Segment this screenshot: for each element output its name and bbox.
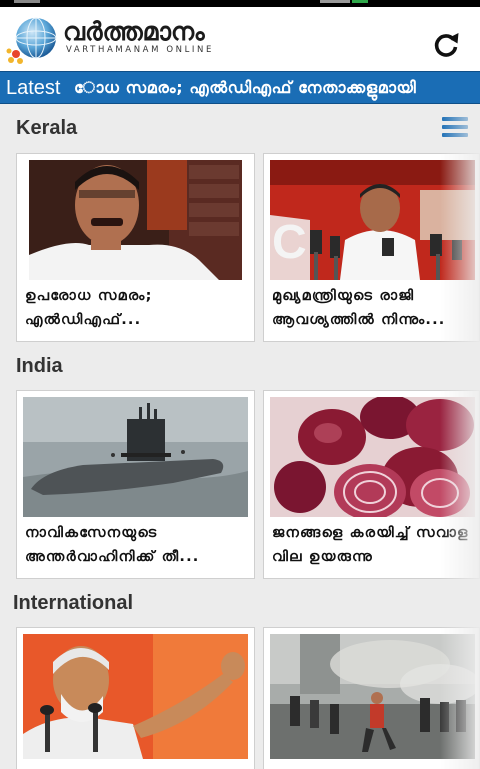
news-headline: നാവികസേനയുടെ അന്തർവാഹിനിക്ക് തീ... <box>25 521 250 569</box>
news-headline: ജനങ്ങളെ കരയിച്ച് സവാള വില ഉയരുന്നു <box>272 521 475 569</box>
battery-icon <box>352 0 368 3</box>
news-thumbnail <box>23 634 248 759</box>
headline-line-2: വില ഉയരുന്നു <box>272 549 373 565</box>
news-card-india-1[interactable]: നാവികസേനയുടെ അന്തർവാഹിനിക്ക് തീ... <box>16 390 255 579</box>
latest-news-ticker[interactable]: Latest ോധ സമരം; എൽഡിഎഫ് നേതാക്കളുമായി <box>0 71 480 104</box>
status-bar <box>0 0 480 7</box>
headline-line-1: ജനങ്ങളെ കരയിച്ച് സവാള <box>272 525 469 541</box>
section-title-international: International <box>13 592 134 614</box>
headline-line-1: ഉപരോധ സമരം; <box>25 288 153 304</box>
app-title: വർത്തമാനം <box>63 17 205 46</box>
news-card-kerala-2[interactable]: C മുഖ്യമന്ത്രിയുടെ രാജി ആവശ്യത്തിൽ നിന്ന… <box>263 153 480 342</box>
news-card-kerala-1[interactable]: ഉപരോധ സമരം; എൽഡിഎഫ്... <box>16 153 255 342</box>
news-thumbnail: C <box>270 160 475 280</box>
signal-icon <box>320 0 350 3</box>
menu-icon[interactable] <box>442 117 468 139</box>
headline-line-2: ആവശ്യത്തിൽ നിന്നും... <box>272 312 446 328</box>
section-title-kerala: Kerala <box>16 117 78 139</box>
headline-line-2: എൽഡിഎഫ്... <box>25 312 142 328</box>
news-thumbnail <box>29 160 242 280</box>
svg-text:C: C <box>272 216 307 269</box>
news-card-india-2[interactable]: ജനങ്ങളെ കരയിച്ച് സവാള വില ഉയരുന്നു <box>263 390 480 579</box>
app-subtitle: VARTHAMANAM ONLINE <box>66 45 214 55</box>
headline-line-2: അന്തർവാഹിനിക്ക് തീ... <box>25 549 200 565</box>
ticker-headline[interactable]: ോധ സമരം; എൽഡിഎഫ് നേതാക്കളുമായി <box>74 76 416 100</box>
refresh-icon <box>434 33 459 57</box>
globe-logo-icon <box>6 16 60 66</box>
section-title-india: India <box>16 355 63 377</box>
headline-line-1: മുഖ്യമന്ത്രിയുടെ രാജി <box>272 288 415 304</box>
news-headline: ഉപരോധ സമരം; എൽഡിഎഫ്... <box>25 284 250 332</box>
news-card-international-1[interactable] <box>16 627 255 769</box>
status-indicator <box>14 0 40 3</box>
news-headline: മുഖ്യമന്ത്രിയുടെ രാജി ആവശ്യത്തിൽ നിന്നും… <box>272 284 475 332</box>
refresh-button[interactable] <box>426 25 466 65</box>
news-thumbnail <box>270 397 475 517</box>
headline-line-1: നാവികസേനയുടെ <box>25 525 158 541</box>
app-header: വർത്തമാനം VARTHAMANAM ONLINE <box>0 7 480 71</box>
ticker-label: Latest <box>6 77 61 99</box>
news-thumbnail <box>23 397 248 517</box>
news-thumbnail <box>270 634 475 759</box>
news-card-international-2[interactable] <box>263 627 480 769</box>
